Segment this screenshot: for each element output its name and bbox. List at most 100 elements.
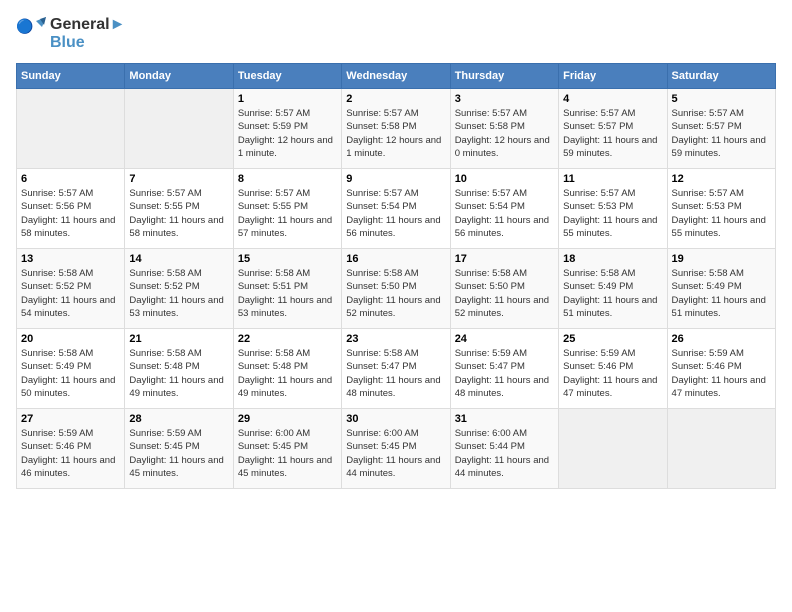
logo-line2: Blue [50, 34, 125, 52]
calendar-cell [17, 89, 125, 169]
day-info: Sunrise: 5:57 AMSunset: 5:53 PMDaylight:… [563, 187, 662, 240]
day-info: Sunrise: 5:59 AMSunset: 5:47 PMDaylight:… [455, 347, 554, 400]
page-header: 🔵 General► Blue [16, 16, 776, 51]
day-number: 29 [238, 413, 337, 425]
day-number: 19 [672, 253, 771, 265]
calendar-cell: 14 Sunrise: 5:58 AMSunset: 5:52 PMDayligh… [125, 249, 233, 329]
calendar-cell: 30 Sunrise: 6:00 AMSunset: 5:45 PMDayligh… [342, 409, 450, 489]
calendar-cell: 31 Sunrise: 6:00 AMSunset: 5:44 PMDayligh… [450, 409, 558, 489]
day-info: Sunrise: 5:58 AMSunset: 5:50 PMDaylight:… [455, 267, 554, 320]
day-info: Sunrise: 5:58 AMSunset: 5:51 PMDaylight:… [238, 267, 337, 320]
calendar-cell: 25Sunrise: 5:59 AMSunset: 5:46 PMDayligh… [559, 329, 667, 409]
calendar-cell: 24 Sunrise: 5:59 AMSunset: 5:47 PMDayligh… [450, 329, 558, 409]
calendar-cell: 18 Sunrise: 5:58 AMSunset: 5:49 PMDayligh… [559, 249, 667, 329]
day-info: Sunrise: 5:58 AMSunset: 5:49 PMDaylight:… [672, 267, 771, 320]
day-number: 2 [346, 93, 445, 105]
day-number: 6 [21, 173, 120, 185]
calendar-cell [125, 89, 233, 169]
day-info: Sunrise: 5:58 AMSunset: 5:49 PMDaylight:… [563, 267, 662, 320]
calendar-cell: 19 Sunrise: 5:58 AMSunset: 5:49 PMDayligh… [667, 249, 775, 329]
day-number: 20 [21, 333, 120, 345]
day-number: 16 [346, 253, 445, 265]
day-info: Sunrise: 5:57 AMSunset: 5:56 PMDaylight:… [21, 187, 120, 240]
day-number: 24 [455, 333, 554, 345]
calendar-cell: 29 Sunrise: 6:00 AMSunset: 5:45 PMDayligh… [233, 409, 341, 489]
day-number: 11 [563, 173, 662, 185]
calendar-cell: 6 Sunrise: 5:57 AMSunset: 5:56 PMDaylight… [17, 169, 125, 249]
day-info: Sunrise: 5:58 AMSunset: 5:47 PMDaylight:… [346, 347, 445, 400]
day-info: Sunrise: 5:59 AMSunset: 5:45 PMDaylight:… [129, 427, 228, 480]
day-info: Sunrise: 5:58 AMSunset: 5:48 PMDaylight:… [129, 347, 228, 400]
day-number: 21 [129, 333, 228, 345]
day-number: 8 [238, 173, 337, 185]
weekday-header-thursday: Thursday [450, 64, 558, 89]
day-number: 27 [21, 413, 120, 425]
day-number: 12 [672, 173, 771, 185]
day-number: 13 [21, 253, 120, 265]
calendar-cell: 27Sunrise: 5:59 AMSunset: 5:46 PMDayligh… [17, 409, 125, 489]
day-info: Sunrise: 5:57 AMSunset: 5:55 PMDaylight:… [238, 187, 337, 240]
day-number: 18 [563, 253, 662, 265]
weekday-header-saturday: Saturday [667, 64, 775, 89]
day-info: Sunrise: 5:58 AMSunset: 5:50 PMDaylight:… [346, 267, 445, 320]
day-info: Sunrise: 5:58 AMSunset: 5:48 PMDaylight:… [238, 347, 337, 400]
day-number: 4 [563, 93, 662, 105]
day-info: Sunrise: 5:57 AMSunset: 5:53 PMDaylight:… [672, 187, 771, 240]
weekday-header-friday: Friday [559, 64, 667, 89]
calendar-cell: 5Sunrise: 5:57 AMSunset: 5:57 PMDaylight… [667, 89, 775, 169]
calendar-cell: 26 Sunrise: 5:59 AMSunset: 5:46 PMDayligh… [667, 329, 775, 409]
calendar-cell: 15 Sunrise: 5:58 AMSunset: 5:51 PMDayligh… [233, 249, 341, 329]
day-info: Sunrise: 5:58 AMSunset: 5:52 PMDaylight:… [129, 267, 228, 320]
day-info: Sunrise: 5:57 AMSunset: 5:57 PMDaylight:… [563, 107, 662, 160]
day-info: Sunrise: 6:00 AMSunset: 5:44 PMDaylight:… [455, 427, 554, 480]
day-info: Sunrise: 5:58 AMSunset: 5:49 PMDaylight:… [21, 347, 120, 400]
calendar-cell: 28Sunrise: 5:59 AMSunset: 5:45 PMDayligh… [125, 409, 233, 489]
day-number: 31 [455, 413, 554, 425]
calendar-table: SundayMondayTuesdayWednesdayThursdayFrid… [16, 63, 776, 489]
day-info: Sunrise: 6:00 AMSunset: 5:45 PMDaylight:… [238, 427, 337, 480]
calendar-cell: 10 Sunrise: 5:57 AMSunset: 5:54 PMDayligh… [450, 169, 558, 249]
day-number: 30 [346, 413, 445, 425]
calendar-cell: 17 Sunrise: 5:58 AMSunset: 5:50 PMDayligh… [450, 249, 558, 329]
calendar-cell: 8 Sunrise: 5:57 AMSunset: 5:55 PMDaylight… [233, 169, 341, 249]
day-number: 22 [238, 333, 337, 345]
day-number: 9 [346, 173, 445, 185]
logo-line1: General► [50, 16, 125, 34]
day-info: Sunrise: 5:57 AMSunset: 5:58 PMDaylight:… [346, 107, 445, 160]
day-info: Sunrise: 5:57 AMSunset: 5:54 PMDaylight:… [346, 187, 445, 240]
calendar-cell: 20 Sunrise: 5:58 AMSunset: 5:49 PMDayligh… [17, 329, 125, 409]
day-number: 10 [455, 173, 554, 185]
weekday-header-tuesday: Tuesday [233, 64, 341, 89]
day-number: 1 [238, 93, 337, 105]
day-number: 17 [455, 253, 554, 265]
calendar-cell: 9 Sunrise: 5:57 AMSunset: 5:54 PMDaylight… [342, 169, 450, 249]
day-number: 3 [455, 93, 554, 105]
calendar-cell: 11 Sunrise: 5:57 AMSunset: 5:53 PMDayligh… [559, 169, 667, 249]
day-info: Sunrise: 5:57 AMSunset: 5:54 PMDaylight:… [455, 187, 554, 240]
weekday-header-sunday: Sunday [17, 64, 125, 89]
day-number: 26 [672, 333, 771, 345]
logo: 🔵 General► Blue [16, 16, 125, 51]
day-info: Sunrise: 5:57 AMSunset: 5:58 PMDaylight:… [455, 107, 554, 160]
calendar-cell: 2 Sunrise: 5:57 AMSunset: 5:58 PMDaylight… [342, 89, 450, 169]
day-number: 25 [563, 333, 662, 345]
calendar-cell: 23 Sunrise: 5:58 AMSunset: 5:47 PMDayligh… [342, 329, 450, 409]
day-number: 23 [346, 333, 445, 345]
weekday-header-wednesday: Wednesday [342, 64, 450, 89]
day-info: Sunrise: 5:58 AMSunset: 5:52 PMDaylight:… [21, 267, 120, 320]
day-info: Sunrise: 6:00 AMSunset: 5:45 PMDaylight:… [346, 427, 445, 480]
day-number: 14 [129, 253, 228, 265]
weekday-header-monday: Monday [125, 64, 233, 89]
day-number: 5 [672, 93, 771, 105]
day-info: Sunrise: 5:57 AMSunset: 5:59 PMDaylight:… [238, 107, 337, 160]
day-number: 15 [238, 253, 337, 265]
calendar-cell: 13 Sunrise: 5:58 AMSunset: 5:52 PMDayligh… [17, 249, 125, 329]
calendar-cell: 16 Sunrise: 5:58 AMSunset: 5:50 PMDayligh… [342, 249, 450, 329]
calendar-cell: 12 Sunrise: 5:57 AMSunset: 5:53 PMDayligh… [667, 169, 775, 249]
calendar-cell: 22 Sunrise: 5:58 AMSunset: 5:48 PMDayligh… [233, 329, 341, 409]
logo-icon: 🔵 [16, 17, 46, 45]
calendar-cell: 21 Sunrise: 5:58 AMSunset: 5:48 PMDayligh… [125, 329, 233, 409]
calendar-cell [559, 409, 667, 489]
day-info: Sunrise: 5:59 AMSunset: 5:46 PMDaylight:… [672, 347, 771, 400]
day-info: Sunrise: 5:57 AMSunset: 5:55 PMDaylight:… [129, 187, 228, 240]
